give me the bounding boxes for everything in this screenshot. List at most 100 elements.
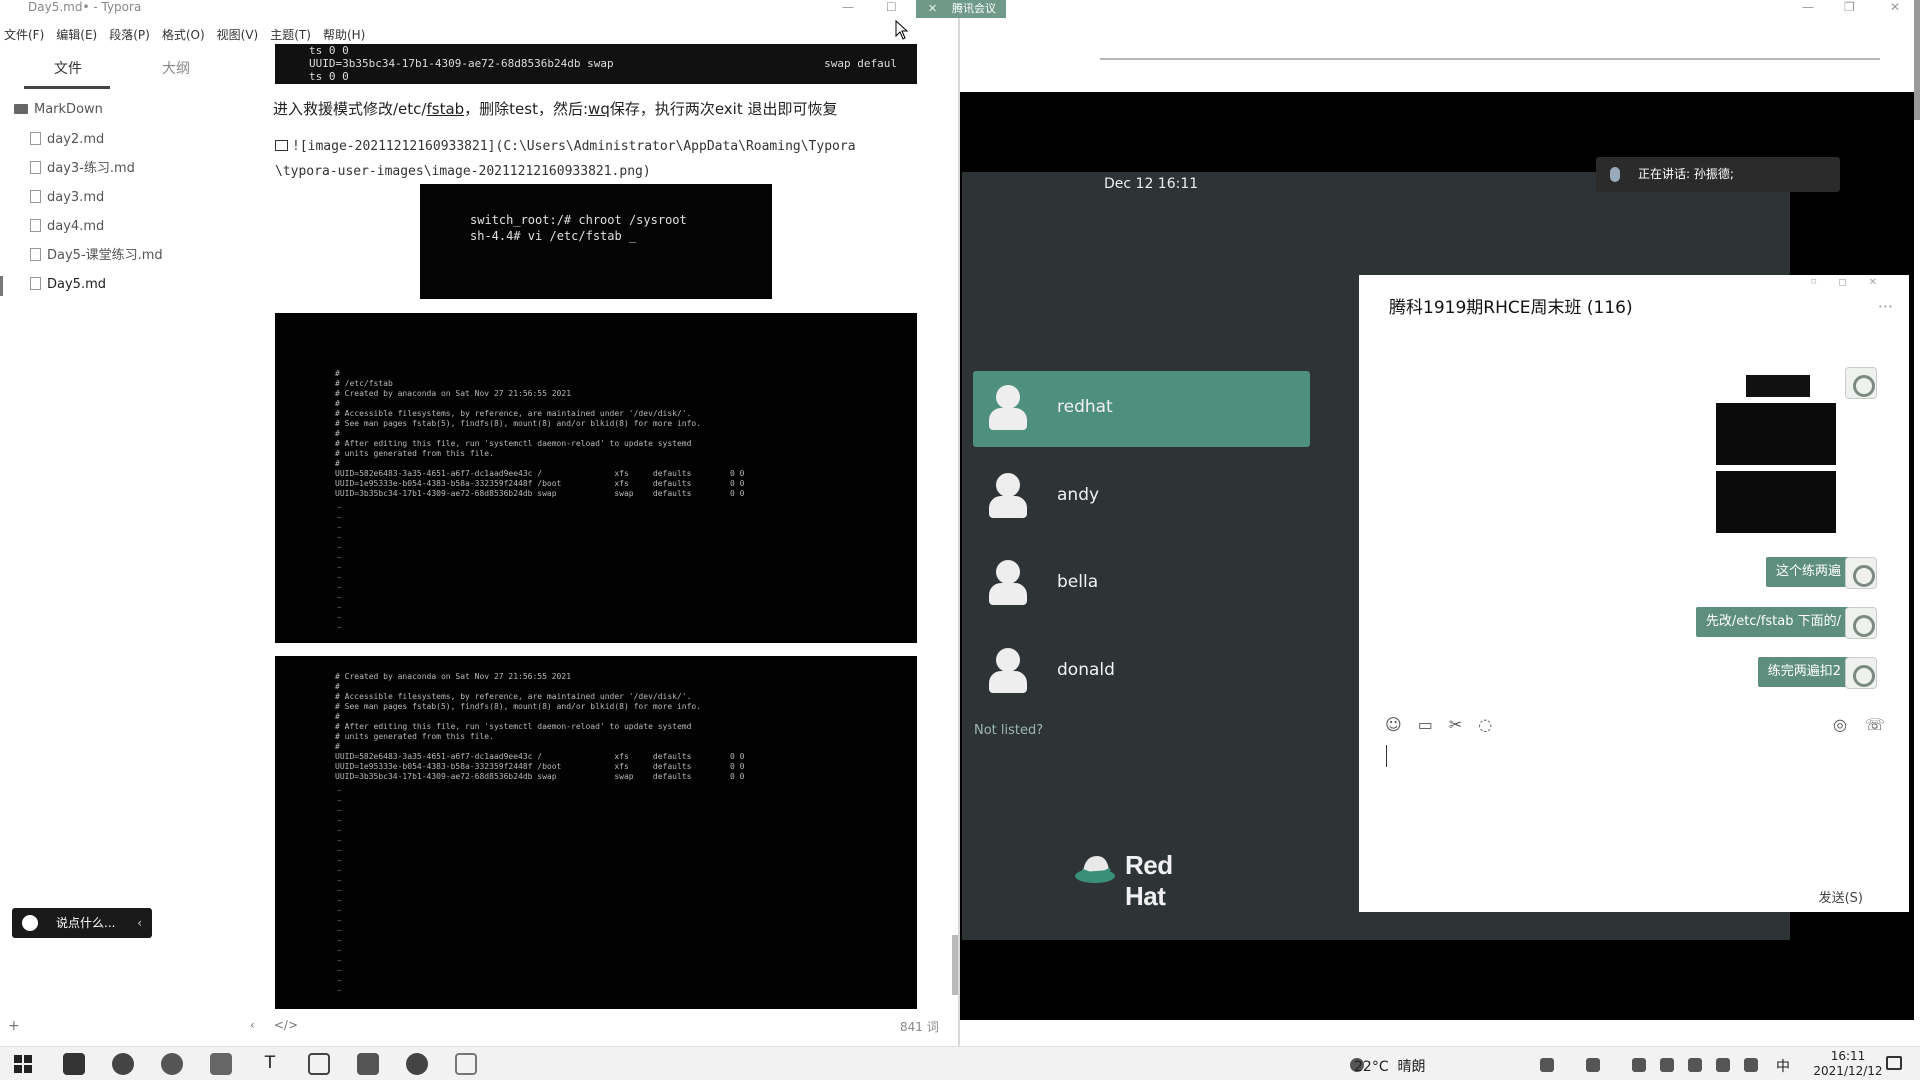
file-item[interactable]: day3.md bbox=[30, 188, 104, 208]
user-avatar-icon bbox=[996, 473, 1020, 497]
app-icon[interactable] bbox=[63, 1053, 85, 1075]
vim-tilde: ~ bbox=[337, 603, 342, 612]
sender-avatar-icon[interactable] bbox=[1845, 557, 1877, 589]
menu-edit[interactable]: 编辑(E) bbox=[56, 26, 97, 44]
scissors-icon[interactable]: ✂ bbox=[1449, 715, 1462, 735]
file-item[interactable]: day3-练习.md bbox=[30, 159, 135, 179]
tab-outline[interactable]: 大纲 bbox=[162, 58, 190, 78]
chat-input-caret[interactable] bbox=[1386, 745, 1387, 767]
network-icon[interactable] bbox=[1716, 1058, 1730, 1072]
edge-icon[interactable] bbox=[112, 1053, 134, 1075]
chevron-left-icon[interactable]: ‹ bbox=[137, 908, 142, 938]
file-item[interactable]: day2.md bbox=[30, 130, 104, 150]
history-icon[interactable]: ◎ bbox=[1833, 715, 1847, 734]
image-message[interactable] bbox=[1716, 365, 1836, 533]
meeting-scrollbar[interactable] bbox=[1914, 0, 1920, 120]
comment-input-pill[interactable]: 说点什么... ‹ bbox=[12, 908, 152, 938]
user-redhat[interactable]: redhat bbox=[973, 371, 1310, 447]
terminal-line: ts 0 0 bbox=[309, 70, 349, 83]
system-clock[interactable]: 16:11 2021/12/12 bbox=[1808, 1049, 1888, 1079]
more-icon[interactable]: ··· bbox=[1878, 297, 1893, 316]
menu-theme[interactable]: 主题(T) bbox=[270, 26, 311, 44]
volume-icon[interactable] bbox=[1744, 1058, 1758, 1072]
minimize-button[interactable]: — bbox=[842, 0, 854, 14]
terminal-line: UUID=3b35bc34-17b1-4309-ae72-68d8536b24d… bbox=[335, 772, 745, 781]
tray-icon[interactable] bbox=[1586, 1058, 1600, 1072]
chat-bubble: 练完两遍扣2 bbox=[1757, 657, 1851, 687]
add-icon[interactable]: + bbox=[8, 1018, 20, 1034]
menu-view[interactable]: 视图(V) bbox=[217, 26, 259, 44]
file-item[interactable]: day4.md bbox=[30, 217, 104, 237]
file-icon bbox=[30, 277, 41, 290]
meeting-badge[interactable]: ✕ 腾讯会议 bbox=[916, 0, 1006, 18]
tab-files[interactable]: 文件 bbox=[54, 58, 82, 78]
minimize-button[interactable]: — bbox=[1802, 0, 1814, 14]
word-count: 841 词 bbox=[900, 1020, 939, 1034]
terminal-line: # units generated from this file. bbox=[335, 732, 494, 741]
menu-format[interactable]: 格式(O) bbox=[162, 26, 205, 44]
app-icon[interactable] bbox=[455, 1053, 477, 1075]
notification-icon[interactable] bbox=[1886, 1056, 1902, 1070]
vim-tilde: ~ bbox=[337, 926, 342, 935]
tray-icon[interactable] bbox=[1688, 1058, 1702, 1072]
close-button[interactable]: ✕ bbox=[1890, 0, 1900, 14]
tray-icon[interactable] bbox=[1660, 1058, 1674, 1072]
folder-markdown[interactable]: MarkDown bbox=[14, 100, 103, 120]
close-icon[interactable]: ✕ bbox=[928, 0, 937, 18]
typora-icon[interactable]: T bbox=[259, 1053, 281, 1075]
menu-paragraph[interactable]: 段落(P) bbox=[109, 26, 150, 44]
vim-tilde: ~ bbox=[337, 513, 342, 522]
comment-placeholder: 说点什么... bbox=[56, 916, 116, 930]
active-tab-indicator bbox=[24, 86, 110, 89]
emoji-icon[interactable]: ☺ bbox=[1385, 715, 1402, 735]
chat-bubble-icon[interactable]: ◌ bbox=[1478, 715, 1492, 735]
sender-avatar-icon[interactable] bbox=[1845, 607, 1877, 639]
source-mode-toggle[interactable]: ‹ </> bbox=[250, 1018, 298, 1032]
menu-help[interactable]: 帮助(H) bbox=[323, 26, 365, 44]
sender-avatar-icon[interactable] bbox=[1845, 367, 1877, 399]
not-listed-link[interactable]: Not listed? bbox=[974, 723, 1043, 738]
tray-icon[interactable] bbox=[1632, 1058, 1646, 1072]
chat-toolbar-right: ◎ ☏ bbox=[1833, 715, 1885, 734]
window-icon[interactable] bbox=[308, 1053, 330, 1075]
user-andy[interactable]: andy bbox=[973, 459, 1310, 535]
maximize-button[interactable]: ☐ bbox=[886, 0, 897, 14]
folder-icon[interactable]: ▭ bbox=[1418, 715, 1433, 735]
terminal-line: # /etc/fstab bbox=[335, 379, 393, 388]
vim-tilde: ~ bbox=[337, 553, 342, 562]
terminal-line: # Accessible filesystems, by reference, … bbox=[335, 692, 692, 701]
weather-widget[interactable]: 22°C 晴朗 bbox=[1354, 1056, 1426, 1076]
vim-tilde: ~ bbox=[337, 876, 342, 885]
file-icon bbox=[30, 248, 41, 261]
image-markdown-source[interactable]: ![image-20211212160933821](C:\Users\Admi… bbox=[275, 134, 925, 184]
terminal-line: switch_root:/# chroot /sysroot bbox=[470, 213, 687, 227]
chat-window-buttons[interactable]: ⌑◻✕ bbox=[1811, 277, 1899, 288]
terminal-line: # Created by anaconda on Sat Nov 27 21:5… bbox=[335, 672, 572, 681]
sender-avatar-icon[interactable] bbox=[1845, 657, 1877, 689]
image-icon[interactable] bbox=[357, 1053, 379, 1075]
terminal-line: # bbox=[335, 682, 340, 691]
file-item[interactable]: Day5-课堂练习.md bbox=[30, 246, 163, 266]
clock-date: 2021/12/12 bbox=[1813, 1064, 1883, 1078]
restore-button[interactable]: ❐ bbox=[1844, 0, 1855, 14]
windows-start-icon[interactable] bbox=[12, 1053, 34, 1075]
mic-tray-icon[interactable] bbox=[1540, 1058, 1554, 1072]
browser-icon[interactable] bbox=[161, 1053, 183, 1075]
redhat-wordmark: Red Hat bbox=[1125, 850, 1173, 911]
file-label: day3.md bbox=[47, 190, 105, 205]
fstab-screenshot-2: # Created by anaconda on Sat Nov 27 21:5… bbox=[275, 656, 917, 1009]
phone-icon[interactable]: ☏ bbox=[1865, 715, 1885, 734]
file-item-active[interactable]: Day5.md bbox=[30, 275, 106, 295]
user-avatar-icon bbox=[989, 496, 1027, 518]
speaking-indicator: 正在讲话: 孙振德; bbox=[1596, 157, 1840, 192]
user-donald[interactable]: donald bbox=[973, 634, 1310, 710]
file-label: day4.md bbox=[47, 219, 105, 234]
app-icon[interactable] bbox=[406, 1053, 428, 1075]
active-file-marker bbox=[0, 276, 3, 296]
app-icon[interactable] bbox=[210, 1053, 232, 1075]
menu-file[interactable]: 文件(F) bbox=[4, 26, 44, 44]
user-bella[interactable]: bella bbox=[973, 546, 1310, 622]
ime-indicator[interactable]: 中 bbox=[1776, 1056, 1790, 1076]
vim-tilde: ~ bbox=[337, 836, 342, 845]
send-button[interactable]: 发送(S) bbox=[1819, 887, 1863, 906]
